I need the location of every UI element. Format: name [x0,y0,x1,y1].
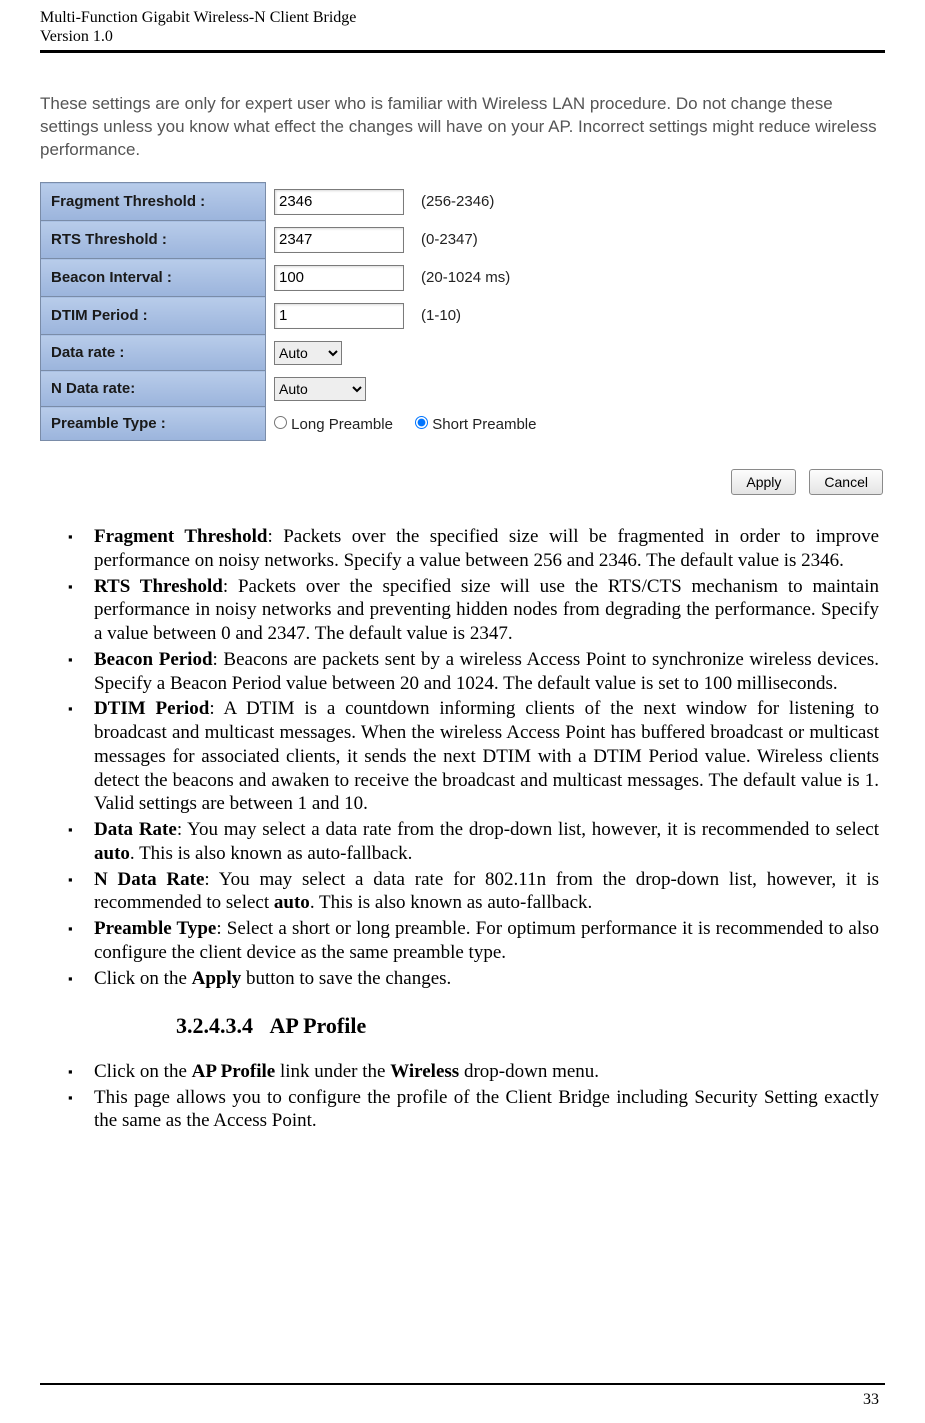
datarate-auto: auto [94,843,130,864]
rts-label: RTS Threshold : [41,221,266,259]
bullets-list-1: Fragment Threshold: Packets over the spe… [46,525,879,990]
bullet-approfile-desc: This page allows you to configure the pr… [74,1086,879,1134]
ndatarate-label: N Data rate: [41,371,266,407]
preamble-short-radio[interactable] [415,416,428,429]
preamble-long-label[interactable]: Long Preamble [274,416,397,433]
beacon-term: Beacon Period [94,649,213,670]
datarate-desc-2: . This is also known as auto-fallback. [130,843,413,864]
row-beacon: Beacon Interval : (20-1024 ms) [41,259,563,297]
fragment-term: Fragment Threshold [94,526,267,547]
row-preamble: Preamble Type : Long Preamble Short Prea… [41,407,563,441]
dtim-input[interactable] [274,303,404,329]
ndatarate-auto: auto [274,892,310,913]
datarate-select[interactable]: Auto [274,341,342,365]
preamble-label: Preamble Type : [41,407,266,441]
bullet-datarate: Data Rate: You may select a data rate fr… [74,818,879,866]
fragment-label: Fragment Threshold : [41,183,266,221]
apply-desc-1: Click on the [94,968,192,989]
preamble-long-radio[interactable] [274,416,287,429]
apply-desc-2: button to save the changes. [241,968,451,989]
rts-input[interactable] [274,227,404,253]
beacon-desc: : Beacons are packets sent by a wireless… [94,649,879,694]
preamble-short-text: Short Preamble [432,416,536,433]
approfile-b2: Wireless [390,1061,459,1082]
approfile-t3: drop-down menu. [459,1061,599,1082]
rts-term: RTS Threshold [94,576,223,597]
bullet-beacon: Beacon Period: Beacons are packets sent … [74,648,879,696]
row-ndatarate: N Data rate: Auto [41,371,563,407]
bullet-preamble: Preamble Type: Select a short or long pr… [74,917,879,965]
dtim-hint: (1-10) [421,307,461,324]
approfile-t2: link under the [275,1061,390,1082]
bullet-fragment: Fragment Threshold: Packets over the spe… [74,525,879,573]
fragment-input[interactable] [274,189,404,215]
bullets-list-2: Click on the AP Profile link under the W… [46,1060,879,1133]
apply-term: Apply [192,968,242,989]
bullet-rts: RTS Threshold: Packets over the specifie… [74,575,879,646]
beacon-hint: (20-1024 ms) [421,269,510,286]
bullet-approfile-link: Click on the AP Profile link under the W… [74,1060,879,1084]
datarate-label: Data rate : [41,335,266,371]
row-datarate: Data rate : Auto [41,335,563,371]
button-row: Apply Cancel [40,469,885,495]
header-rule [40,50,885,53]
header-title-2: Version 1.0 [40,27,885,46]
bullet-ndatarate: N Data Rate: You may select a data rate … [74,868,879,916]
page-number: 33 [863,1391,879,1409]
warning-text: These settings are only for expert user … [40,93,885,162]
footer-rule [40,1383,885,1385]
ndatarate-term: N Data Rate [94,869,204,890]
dtim-label: DTIM Period : [41,297,266,335]
bullet-apply: Click on the Apply button to save the ch… [74,967,879,991]
row-dtim: DTIM Period : (1-10) [41,297,563,335]
beacon-label: Beacon Interval : [41,259,266,297]
ndatarate-desc-2: . This is also known as auto-fallback. [310,892,593,913]
section-heading: 3.2.4.3.4 AP Profile [176,1012,879,1040]
preamble-short-label[interactable]: Short Preamble [415,416,536,433]
datarate-desc-1: : You may select a data rate from the dr… [177,819,879,840]
dtim-term: DTIM Period [94,698,209,719]
dtim-desc: : A DTIM is a countdown informing client… [94,698,879,814]
doc-content: Fragment Threshold: Packets over the spe… [0,525,925,1133]
preamble-long-text: Long Preamble [291,416,393,433]
fragment-hint: (256-2346) [421,193,494,210]
bullet-dtim: DTIM Period: A DTIM is a countdown infor… [74,697,879,816]
preamble-term: Preamble Type [94,918,216,939]
settings-screenshot: These settings are only for expert user … [40,93,885,495]
beacon-input[interactable] [274,265,404,291]
ndatarate-select[interactable]: Auto [274,377,366,401]
settings-table: Fragment Threshold : (256-2346) RTS Thre… [40,182,563,441]
row-rts: RTS Threshold : (0-2347) [41,221,563,259]
apply-button[interactable]: Apply [731,469,796,495]
rts-hint: (0-2347) [421,231,478,248]
section-title: AP Profile [270,1013,367,1038]
header-title-1: Multi-Function Gigabit Wireless-N Client… [40,8,885,27]
approfile-t1: Click on the [94,1061,192,1082]
approfile-b1: AP Profile [192,1061,276,1082]
section-number: 3.2.4.3.4 [176,1013,253,1038]
row-fragment: Fragment Threshold : (256-2346) [41,183,563,221]
datarate-term: Data Rate [94,819,177,840]
cancel-button[interactable]: Cancel [809,469,883,495]
